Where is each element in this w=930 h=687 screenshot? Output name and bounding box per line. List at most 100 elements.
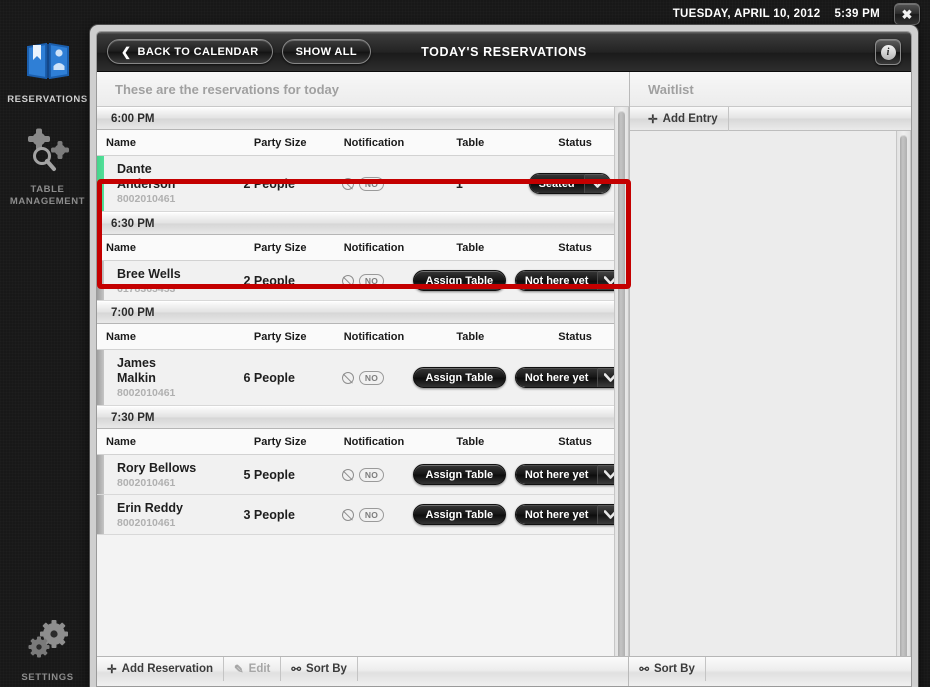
table-cell: 1 [408, 175, 510, 193]
sort-by-button[interactable]: ⚯ Sort By [281, 657, 358, 681]
assign-table-button[interactable]: Assign Table [412, 270, 507, 291]
guest-name: Erin Reddy [117, 500, 183, 515]
table-cell: Assign Table [408, 367, 510, 388]
table-management-label-line1: TABLE [30, 184, 65, 195]
party-size-cell: 3 People [221, 506, 318, 524]
party-size-value: 6 People [243, 370, 295, 385]
row-status-accent-bar [97, 455, 104, 494]
column-header-status: Status [558, 330, 592, 343]
assign-table-button[interactable]: Assign Table [412, 504, 507, 525]
status-cell: Seated [510, 173, 629, 194]
back-to-calendar-button[interactable]: ❮ BACK TO CALENDAR [107, 39, 273, 64]
sidebar-item-reservations[interactable]: RESERVATIONS [0, 40, 95, 106]
guest-name-line2: Anderson [117, 177, 176, 191]
reservations-scrollbar-thumb[interactable] [618, 111, 625, 671]
edit-button[interactable]: ✎ Edit [224, 657, 282, 681]
current-time: 5:39 PM [834, 8, 880, 20]
time-group-header: 6:00 PM [97, 107, 629, 130]
sort-by-button[interactable]: ⚯ Sort By [629, 657, 706, 681]
column-header-status: Status [558, 136, 592, 149]
bottom-toolbar-left: ✛ Add Reservation ✎ Edit ⚯ Sort By [97, 657, 630, 686]
left-sidebar: RESERVATIONS TABLE MANAGEMENT SETTINGS [0, 0, 95, 687]
no-notification-icon [341, 371, 354, 384]
party-size-value: 3 People [243, 507, 295, 522]
guest-name-line2: Malkin [117, 371, 156, 385]
reservation-row[interactable]: Rory Bellows 8002010461 5 People NO Assign T… [97, 455, 629, 495]
assign-table-button[interactable]: Assign Table [412, 367, 507, 388]
waitlist-subtitle: Waitlist [630, 72, 911, 107]
guest-name: Dante [117, 162, 152, 176]
info-icon[interactable]: i [875, 39, 901, 65]
time-group-header: 7:00 PM [97, 301, 629, 324]
party-size-cell: 2 People [221, 175, 318, 193]
guest-phone: 8002010461 [117, 387, 176, 399]
notification-cell: NO [318, 273, 409, 288]
sort-by-label: Sort By [653, 663, 695, 675]
table-number: 1 [455, 176, 463, 191]
column-header-row: Name Party Size Notification Table Status [97, 324, 629, 350]
reservation-row[interactable]: James Malkin 8002010461 6 People NO Assign Ta… [97, 350, 629, 406]
add-reservation-label: Add Reservation [121, 663, 214, 675]
waitlist-scrollbar-track[interactable] [896, 131, 911, 686]
column-header-party-size: Party Size [253, 330, 307, 343]
row-status-accent-bar [97, 261, 104, 300]
reservations-list[interactable]: 6:00 PM Name Party Size Notification Table St… [97, 107, 629, 686]
reservation-row[interactable]: Erin Reddy 8002010461 3 People NO Assign Tab… [97, 495, 629, 535]
column-header-row: Name Party Size Notification Table Status [97, 130, 629, 156]
current-date: TUESDAY, APRIL 10, 2012 [672, 8, 821, 20]
sidebar-item-reservations-label: RESERVATIONS [7, 94, 88, 105]
no-notification-icon [341, 274, 354, 287]
status-dropdown[interactable]: Not here yet [514, 464, 625, 485]
row-status-accent-bar [97, 495, 104, 534]
column-header-row: Name Party Size Notification Table Status [97, 429, 629, 455]
status-badge: Not here yet [515, 271, 598, 290]
window-inner: ❮ BACK TO CALENDAR SHOW ALL TODAY'S RESE… [96, 31, 912, 687]
reservations-pane: These are the reservations for today 6:0… [97, 72, 631, 686]
column-header-party-size: Party Size [253, 435, 307, 448]
bottom-toolbar-right: ⚯ Sort By [629, 657, 911, 686]
column-header-status: Status [558, 435, 592, 448]
reservation-name-cell: James Malkin 8002010461 [97, 356, 221, 399]
table-cell: Assign Table [408, 504, 510, 525]
no-notification-icon [341, 177, 354, 190]
app-root: TUESDAY, APRIL 10, 2012 5:39 PM ✖ RESERV… [0, 0, 930, 687]
waitlist-entries[interactable] [630, 131, 911, 686]
status-cell: Not here yet [510, 367, 629, 388]
gears-settings-icon [25, 620, 71, 665]
add-reservation-button[interactable]: ✛ Add Reservation [97, 657, 225, 681]
reservation-row[interactable]: Dante Anderson 8002010461 2 People NO 1 Seated [97, 156, 629, 212]
party-size-cell: 5 People [221, 466, 318, 484]
chevron-down-icon[interactable] [583, 174, 610, 193]
close-icon[interactable]: ✖ [894, 3, 920, 25]
reservation-row[interactable]: Bree Wells 6178365453 2 People NO Assign Tab… [97, 261, 629, 301]
app-header-bar: ❮ BACK TO CALENDAR SHOW ALL TODAY'S RESE… [97, 32, 911, 72]
party-size-value: 2 People [243, 273, 295, 288]
plus-icon: ✛ [107, 664, 117, 676]
sidebar-item-table-management[interactable]: TABLE MANAGEMENT [0, 128, 95, 208]
reservations-scrollbar-track[interactable] [614, 107, 629, 686]
sort-by-label: Sort By [306, 663, 347, 675]
notification-cell: NO [318, 176, 409, 191]
status-dropdown[interactable]: Not here yet [514, 270, 625, 291]
guest-phone: 6178365453 [117, 282, 176, 295]
show-all-button[interactable]: SHOW ALL [281, 39, 372, 64]
column-header-notification: Notification [343, 435, 405, 448]
add-entry-label: Add Entry [662, 112, 718, 125]
time-group-header: 6:30 PM [97, 212, 629, 235]
sidebar-item-settings[interactable]: SETTINGS [0, 620, 95, 684]
waitlist-scrollbar-thumb[interactable] [900, 135, 907, 680]
table-cell: Assign Table [408, 270, 510, 291]
table-management-label-line2: MANAGEMENT [9, 196, 86, 207]
notification-badge: NO [358, 273, 385, 288]
status-dropdown[interactable]: Not here yet [514, 367, 625, 388]
reservation-name-cell: Erin Reddy 8002010461 [97, 501, 221, 529]
reservations-subtitle: These are the reservations for today [97, 72, 629, 107]
status-dropdown[interactable]: Not here yet [514, 504, 625, 525]
assign-table-button[interactable]: Assign Table [412, 464, 507, 485]
column-header-name: Name [106, 330, 136, 343]
column-header-notification: Notification [343, 330, 405, 343]
status-dropdown[interactable]: Seated [528, 173, 611, 194]
waitlist-pane: Waitlist ✛ Add Entry [630, 72, 911, 686]
add-entry-button[interactable]: ✛ Add Entry [638, 106, 729, 131]
status-badge: Not here yet [515, 368, 598, 387]
